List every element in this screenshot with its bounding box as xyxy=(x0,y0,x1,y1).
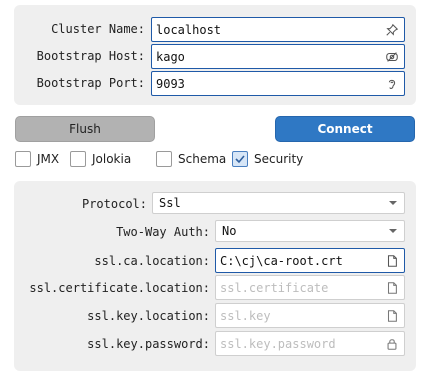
ear-icon[interactable] xyxy=(384,76,400,92)
file-icon[interactable] xyxy=(384,308,400,324)
key-password-input[interactable] xyxy=(220,336,384,351)
checkmark-icon xyxy=(235,155,245,164)
bootstrap-port-label: Bootstrap Port: xyxy=(36,76,145,90)
cert-location-input[interactable] xyxy=(220,280,384,295)
cluster-name-input[interactable] xyxy=(156,22,384,37)
chevron-down-icon xyxy=(389,229,397,233)
cert-location-label: ssl.certificate.location: xyxy=(29,281,210,295)
protocol-label: Protocol: xyxy=(81,197,147,211)
cluster-name-label: Cluster Name: xyxy=(51,22,145,36)
security-panel: Protocol: Ssl Two-Way Auth: No ssl.ca.lo… xyxy=(14,181,416,371)
connect-button[interactable]: Connect xyxy=(275,116,415,142)
flush-button[interactable]: Flush xyxy=(15,116,155,142)
bootstrap-host-label: Bootstrap Host: xyxy=(36,49,145,63)
key-password-label: ssl.key.password: xyxy=(87,337,210,351)
key-password-field[interactable] xyxy=(215,331,405,356)
security-checkbox[interactable]: Security xyxy=(232,151,303,167)
key-location-field[interactable] xyxy=(215,303,405,328)
two-way-auth-select[interactable]: No xyxy=(215,220,405,242)
key-location-label: ssl.key.location: xyxy=(87,309,210,323)
bootstrap-port-input[interactable] xyxy=(156,76,384,91)
bootstrap-host-input[interactable] xyxy=(156,49,384,64)
jmx-checkbox-box[interactable] xyxy=(15,151,31,167)
cluster-name-field[interactable] xyxy=(151,17,405,42)
jolokia-checkbox-label: Jolokia xyxy=(92,152,132,166)
key-location-input[interactable] xyxy=(220,308,384,323)
security-checkbox-box[interactable] xyxy=(232,151,248,167)
bootstrap-host-field[interactable] xyxy=(151,44,405,69)
jolokia-checkbox[interactable]: Jolokia xyxy=(70,151,131,167)
bootstrap-port-field[interactable] xyxy=(151,71,405,96)
lock-icon[interactable] xyxy=(384,336,400,352)
protocol-value: Ssl xyxy=(159,196,181,210)
file-icon[interactable] xyxy=(384,253,400,269)
two-way-auth-label: Two-Way Auth: xyxy=(116,225,210,239)
jmx-checkbox[interactable]: JMX xyxy=(15,151,59,167)
schema-checkbox[interactable]: Schema xyxy=(156,151,226,167)
ca-location-field[interactable] xyxy=(215,248,405,273)
pin-icon[interactable] xyxy=(384,22,400,38)
ca-location-input[interactable] xyxy=(220,253,384,268)
file-icon[interactable] xyxy=(384,280,400,296)
schema-checkbox-label: Schema xyxy=(178,152,227,166)
chevron-down-icon xyxy=(389,201,397,205)
cert-location-field[interactable] xyxy=(215,275,405,300)
security-checkbox-label: Security xyxy=(254,152,304,166)
two-way-auth-value: No xyxy=(222,224,237,238)
ca-location-label: ssl.ca.location: xyxy=(94,254,210,268)
eye-slash-icon[interactable] xyxy=(384,49,400,65)
schema-checkbox-box[interactable] xyxy=(156,151,172,167)
protocol-select[interactable]: Ssl xyxy=(152,192,405,214)
jmx-checkbox-label: JMX xyxy=(37,152,60,166)
connection-panel: Cluster Name: Bootstrap Host: Bootstrap … xyxy=(14,5,416,105)
jolokia-checkbox-box[interactable] xyxy=(70,151,86,167)
